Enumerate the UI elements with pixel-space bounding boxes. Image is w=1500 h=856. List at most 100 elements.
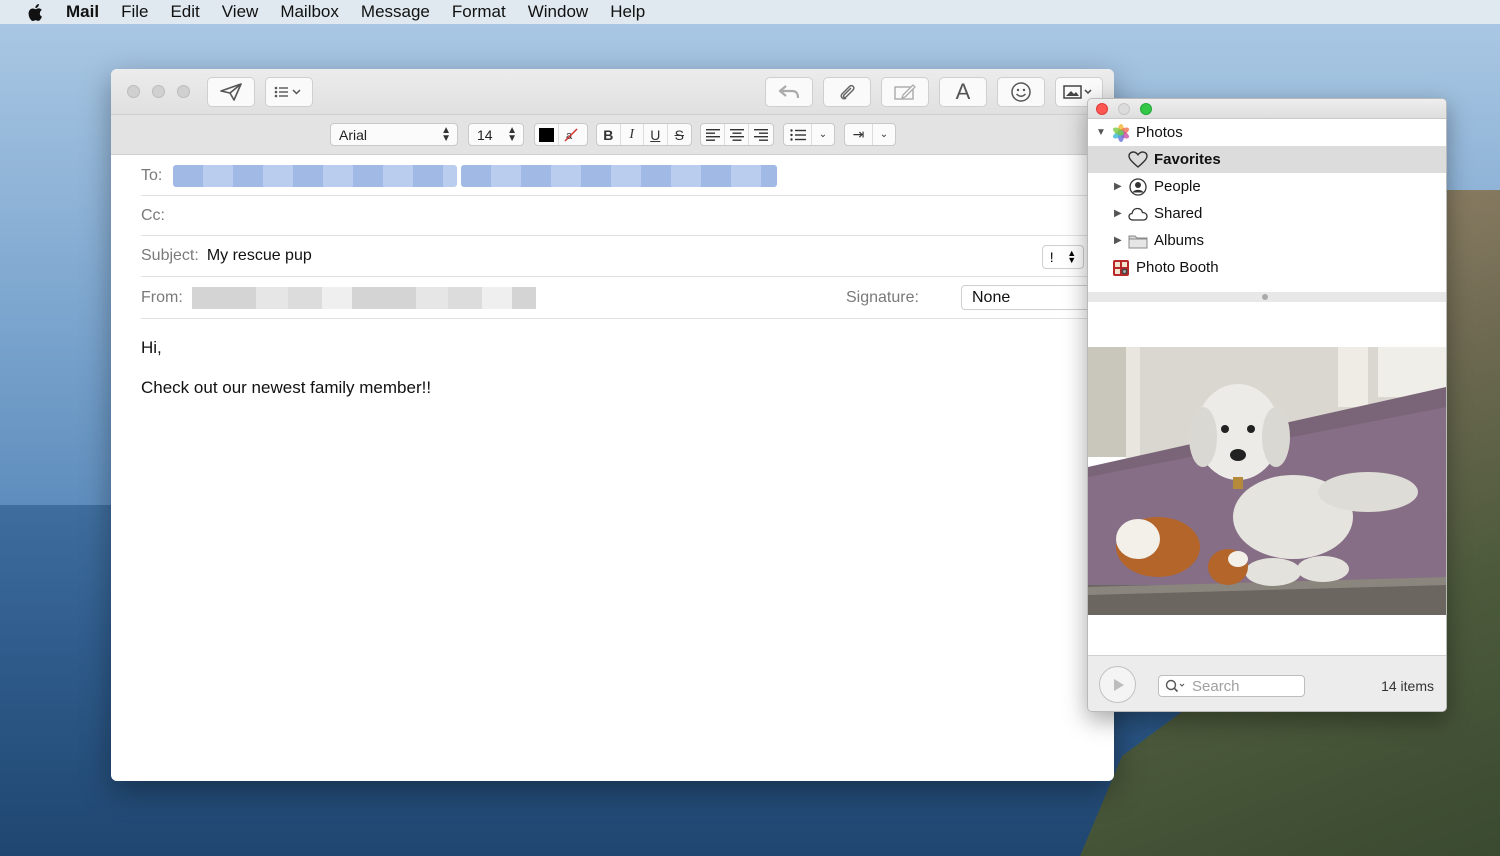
align-left-button[interactable] xyxy=(701,124,725,145)
search-placeholder: Search xyxy=(1192,677,1240,695)
photo-booth-icon xyxy=(1111,259,1131,277)
priority-value: ! xyxy=(1049,249,1054,265)
apple-logo-icon[interactable] xyxy=(24,2,46,22)
updown-icon: ▲▼ xyxy=(507,124,517,144)
disclosure-open-icon: ▼ xyxy=(1096,127,1106,138)
highlight-color-button[interactable]: a xyxy=(559,124,583,145)
source-photo-booth[interactable]: Photo Booth xyxy=(1088,254,1446,281)
header-fields-button[interactable] xyxy=(265,77,313,107)
source-label: Photo Booth xyxy=(1136,259,1219,276)
cc-row[interactable]: Cc: xyxy=(141,196,1114,236)
signature-label: Signature: xyxy=(846,288,919,306)
list-control[interactable]: ⌄ xyxy=(783,123,835,146)
photo-search-input[interactable]: Search xyxy=(1158,675,1305,697)
source-favorites[interactable]: Favorites xyxy=(1088,146,1446,173)
text-color-button[interactable] xyxy=(535,124,559,145)
source-label: Photos xyxy=(1136,124,1183,141)
menu-help[interactable]: Help xyxy=(610,2,645,22)
strikethrough-button[interactable]: S xyxy=(668,124,691,145)
source-label: Albums xyxy=(1154,232,1205,249)
alignment-controls xyxy=(700,123,774,146)
photo-browser-bottom-bar: Search 14 items xyxy=(1088,655,1446,711)
from-row: From: Signature: None ▲▼ xyxy=(141,277,1114,319)
reply-arrow-icon xyxy=(778,85,800,99)
item-count: 14 items xyxy=(1381,678,1434,694)
chevron-down-icon: ⌄ xyxy=(818,129,828,140)
italic-button[interactable]: I xyxy=(621,124,644,145)
menu-bar: Mail File Edit View Mailbox Message Form… xyxy=(0,0,1500,24)
underline-button[interactable]: U xyxy=(644,124,668,145)
body-line[interactable]: Check out our newest family member!! xyxy=(141,378,431,398)
paperclip-icon xyxy=(840,84,855,100)
source-photos[interactable]: ▼ Photos xyxy=(1088,119,1446,146)
menu-format[interactable]: Format xyxy=(452,2,506,22)
recipient-token[interactable] xyxy=(173,165,457,187)
compose-window: A Arial ▲▼ 14 ▲▼ a B I U S xyxy=(111,69,1114,781)
photo-thumbnail[interactable] xyxy=(1088,347,1446,615)
menu-edit[interactable]: Edit xyxy=(170,2,199,22)
source-people[interactable]: ▶ People xyxy=(1088,173,1446,200)
play-icon xyxy=(1113,678,1124,691)
zoom-button[interactable] xyxy=(1140,103,1152,115)
subject-row[interactable]: Subject: My rescue pup ! ▲ ▼ xyxy=(141,236,1114,277)
compose-toolbar: A xyxy=(111,69,1114,115)
menu-message[interactable]: Message xyxy=(361,2,430,22)
reply-button[interactable] xyxy=(765,77,813,107)
drag-handle-icon xyxy=(1262,294,1268,300)
font-size-value: 14 xyxy=(477,126,493,143)
person-icon xyxy=(1128,177,1148,196)
emoji-button[interactable] xyxy=(997,77,1045,107)
markup-pen-icon xyxy=(894,84,916,100)
updown-icon: ▲▼ xyxy=(1067,248,1077,265)
send-button[interactable] xyxy=(207,77,255,107)
source-label: People xyxy=(1154,178,1201,195)
attach-button[interactable] xyxy=(823,77,871,107)
photos-app-icon xyxy=(1111,123,1131,142)
photo-browser-titlebar xyxy=(1088,99,1446,119)
disclosure-closed-icon: ▶ xyxy=(1114,208,1122,219)
from-account-select[interactable] xyxy=(192,287,536,309)
smiley-icon xyxy=(1011,82,1031,102)
play-slideshow-button[interactable] xyxy=(1099,666,1136,703)
color-controls: a xyxy=(534,123,588,146)
disclosure-closed-icon: ▶ xyxy=(1114,235,1122,246)
zoom-button[interactable] xyxy=(177,85,190,98)
font-size-select[interactable]: 14 ▲ ▼ xyxy=(468,123,524,146)
font-family-value: Arial xyxy=(339,126,368,143)
menu-app-name[interactable]: Mail xyxy=(66,2,99,22)
recipient-token[interactable] xyxy=(461,165,777,187)
split-view-divider[interactable] xyxy=(1088,292,1446,302)
from-label: From: xyxy=(141,288,183,306)
close-button[interactable] xyxy=(1096,103,1108,115)
source-albums[interactable]: ▶ Albums xyxy=(1088,227,1446,254)
priority-select[interactable]: ! ▲ ▼ xyxy=(1042,245,1084,269)
menu-mailbox[interactable]: Mailbox xyxy=(280,2,339,22)
align-center-button[interactable] xyxy=(725,124,749,145)
to-row: To: xyxy=(141,156,1114,196)
align-right-button[interactable] xyxy=(749,124,773,145)
heart-icon xyxy=(1128,151,1148,169)
highlight-slash-icon: a xyxy=(564,127,578,142)
black-swatch-icon xyxy=(539,127,554,142)
menu-window[interactable]: Window xyxy=(528,2,588,22)
cloud-icon xyxy=(1128,205,1148,223)
subject-field[interactable]: My rescue pup xyxy=(207,247,312,265)
bold-button[interactable]: B xyxy=(597,124,621,145)
markup-button[interactable] xyxy=(881,77,929,107)
minimize-button[interactable] xyxy=(152,85,165,98)
indent-control[interactable]: ⇥ ⌄ xyxy=(844,123,896,146)
font-a-icon: A xyxy=(955,79,971,104)
font-family-select[interactable]: Arial ▲ ▼ xyxy=(330,123,458,146)
updown-icon: ▲▼ xyxy=(441,124,451,144)
close-button[interactable] xyxy=(127,85,140,98)
body-line[interactable]: Hi, xyxy=(141,338,162,358)
source-shared[interactable]: ▶ Shared xyxy=(1088,200,1446,227)
menu-file[interactable]: File xyxy=(121,2,148,22)
format-bar: Arial ▲▼ 14 ▲▼ a B I U S ⌄ ⇥ ⌄ xyxy=(111,115,1114,155)
minimize-button[interactable] xyxy=(1118,103,1130,115)
font-panel-button[interactable]: A xyxy=(939,77,987,107)
source-label: Favorites xyxy=(1154,151,1221,168)
signature-value: None xyxy=(972,288,1011,306)
menu-view[interactable]: View xyxy=(222,2,259,22)
source-label: Shared xyxy=(1154,205,1203,222)
